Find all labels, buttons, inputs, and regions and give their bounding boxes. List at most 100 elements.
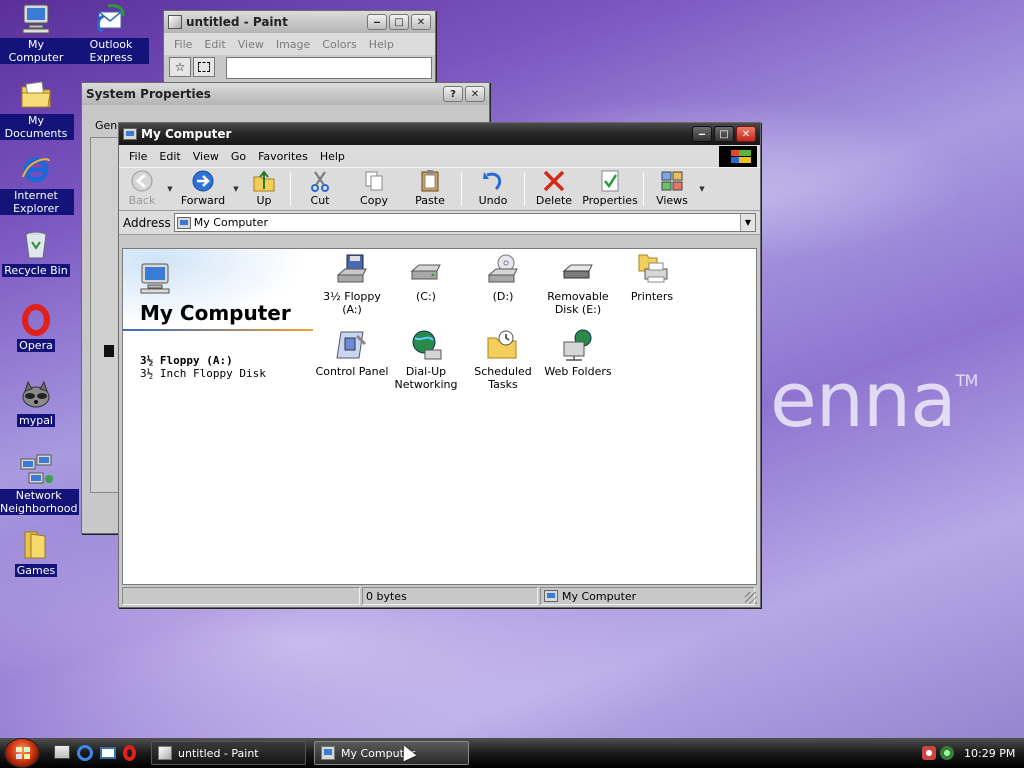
quicklaunch-opera[interactable] bbox=[123, 745, 139, 761]
back-button[interactable]: Back bbox=[119, 168, 165, 210]
menu-favorites[interactable]: Favorites bbox=[252, 150, 314, 163]
desktop-icon-label: Opera bbox=[17, 339, 55, 352]
sysprops-titlebar[interactable]: System Properties ? ✕ bbox=[82, 83, 489, 105]
hard-drive-icon bbox=[409, 253, 443, 287]
selected-item-description: 3½ Inch Floppy Disk bbox=[140, 367, 266, 380]
desktop-icon-label: Games bbox=[14, 564, 58, 577]
menu-file[interactable]: File bbox=[123, 150, 153, 163]
tray-clock[interactable]: 10:29 PM bbox=[964, 747, 1015, 760]
back-arrow-icon bbox=[129, 169, 155, 193]
item-scheduled-tasks[interactable]: Scheduled Tasks bbox=[466, 328, 540, 391]
item-removable-e[interactable]: Removable Disk (E:) bbox=[541, 253, 615, 316]
desktop-icon-internet-explorer[interactable]: Internet Explorer bbox=[0, 153, 74, 215]
taskbar-task-paint[interactable]: untitled - Paint bbox=[151, 741, 306, 765]
recycle-bin-icon bbox=[19, 228, 53, 262]
minimize-icon: ‒ bbox=[373, 16, 381, 28]
paint-menu-edit[interactable]: Edit bbox=[198, 38, 231, 51]
up-button[interactable]: Up bbox=[241, 168, 287, 210]
rect-select-tool[interactable] bbox=[193, 57, 215, 77]
back-dropdown[interactable]: ▼ bbox=[165, 168, 175, 210]
minimize-icon: ‒ bbox=[698, 128, 706, 140]
help-icon: ? bbox=[450, 88, 456, 100]
start-button[interactable] bbox=[4, 738, 40, 768]
computer-small-icon bbox=[544, 590, 558, 602]
close-button[interactable]: ✕ bbox=[411, 14, 431, 30]
desktop-icon-label: Network Neighborhood bbox=[0, 489, 80, 515]
desktop-icon-opera[interactable]: Opera bbox=[0, 303, 74, 352]
explorer-titlebar[interactable]: My Computer ‒ □ ✕ bbox=[119, 123, 760, 145]
forward-button[interactable]: Forward bbox=[175, 168, 231, 210]
address-bar: Address My Computer ▼ bbox=[119, 211, 760, 235]
help-button[interactable]: ? bbox=[443, 86, 463, 102]
item-web-folders[interactable]: Web Folders bbox=[541, 328, 615, 378]
cut-button[interactable]: Cut bbox=[294, 168, 346, 210]
quicklaunch-ie[interactable] bbox=[77, 745, 93, 761]
paint-menu-help[interactable]: Help bbox=[363, 38, 400, 51]
properties-button[interactable]: Properties bbox=[580, 168, 640, 210]
desktop-icon-outlook-express[interactable]: Outlook Express bbox=[73, 2, 149, 64]
close-button[interactable]: ✕ bbox=[736, 126, 756, 142]
desktop-icon-mypal[interactable]: mypal bbox=[0, 378, 74, 427]
menu-edit[interactable]: Edit bbox=[153, 150, 186, 163]
dropdown-icon: ▼ bbox=[699, 185, 705, 193]
computer-small-icon bbox=[123, 128, 137, 140]
minimize-button[interactable]: ‒ bbox=[367, 14, 387, 30]
desktop-icon-network-neighborhood[interactable]: Network Neighborhood bbox=[0, 453, 80, 515]
folder-view[interactable]: My Computer 3½ Floppy (A:) 3½ Inch Flopp… bbox=[122, 248, 757, 585]
close-icon: ✕ bbox=[470, 88, 480, 100]
address-label: Address bbox=[123, 215, 171, 230]
resize-grip-icon[interactable] bbox=[745, 592, 757, 604]
paint-titlebar[interactable]: untitled - Paint ‒ □ ✕ bbox=[164, 11, 435, 33]
show-desktop-icon bbox=[54, 745, 70, 759]
menu-go[interactable]: Go bbox=[225, 150, 252, 163]
taskbar-task-my-computer[interactable]: My Computer bbox=[314, 741, 469, 765]
address-input[interactable]: My Computer ▼ bbox=[173, 213, 756, 232]
quicklaunch-outlook[interactable] bbox=[100, 745, 116, 761]
desktop-icon-recycle-bin[interactable]: Recycle Bin bbox=[0, 228, 74, 277]
maximize-button[interactable]: □ bbox=[389, 14, 409, 30]
folder-documents-icon bbox=[19, 78, 53, 112]
delete-button[interactable]: Delete bbox=[528, 168, 580, 210]
tray-volume-icon[interactable] bbox=[940, 746, 954, 760]
item-dial-up-networking[interactable]: Dial-Up Networking bbox=[389, 328, 463, 391]
windows-flag-icon bbox=[16, 747, 30, 760]
task-label: untitled - Paint bbox=[178, 746, 259, 760]
item-printers[interactable]: Printers bbox=[615, 253, 689, 303]
undo-button[interactable]: Undo bbox=[465, 168, 521, 210]
menu-view[interactable]: View bbox=[187, 150, 225, 163]
computer-icon bbox=[19, 2, 53, 36]
item-floppy-a[interactable]: 3½ Floppy (A:) bbox=[315, 253, 389, 316]
views-dropdown[interactable]: ▼ bbox=[697, 168, 707, 210]
menu-help[interactable]: Help bbox=[314, 150, 351, 163]
my-computer-window[interactable]: My Computer ‒ □ ✕ File Edit View Go Favo… bbox=[118, 122, 761, 608]
explorer-toolbar: Back ▼ Forward ▼ Up Cut Copy Paste Undo bbox=[119, 167, 760, 211]
quicklaunch-show-desktop[interactable] bbox=[54, 745, 70, 761]
maximize-button[interactable]: □ bbox=[714, 126, 734, 142]
minimize-button[interactable]: ‒ bbox=[692, 126, 712, 142]
views-button[interactable]: Views bbox=[647, 168, 697, 210]
paint-menu-file[interactable]: File bbox=[168, 38, 198, 51]
paint-menu-colors[interactable]: Colors bbox=[316, 38, 362, 51]
address-dropdown-button[interactable]: ▼ bbox=[740, 214, 755, 231]
free-select-tool[interactable]: ☆ bbox=[169, 57, 191, 77]
forward-dropdown[interactable]: ▼ bbox=[231, 168, 241, 210]
desktop-icon-my-computer[interactable]: My Computer bbox=[0, 2, 74, 64]
paint-toolbox: ☆ bbox=[169, 57, 215, 77]
paint-menu-view[interactable]: View bbox=[232, 38, 270, 51]
item-drive-d[interactable]: (D:) bbox=[466, 253, 540, 303]
close-button[interactable]: ✕ bbox=[465, 86, 485, 102]
desktop-icon-my-documents[interactable]: My Documents bbox=[0, 78, 74, 140]
scheduled-tasks-icon bbox=[486, 328, 520, 362]
desktop-icon-games[interactable]: Games bbox=[0, 528, 74, 577]
item-drive-c[interactable]: (C:) bbox=[389, 253, 463, 303]
tray-network-icon[interactable] bbox=[922, 746, 936, 760]
undo-icon bbox=[480, 169, 506, 193]
explorer-title: My Computer bbox=[141, 127, 232, 141]
item-control-panel[interactable]: Control Panel bbox=[315, 328, 389, 378]
paint-menu-image[interactable]: Image bbox=[270, 38, 316, 51]
paste-button[interactable]: Paste bbox=[402, 168, 458, 210]
forward-arrow-icon bbox=[190, 169, 216, 193]
copy-button[interactable]: Copy bbox=[346, 168, 402, 210]
paint-canvas[interactable] bbox=[226, 57, 432, 79]
rect-select-icon bbox=[198, 62, 210, 72]
